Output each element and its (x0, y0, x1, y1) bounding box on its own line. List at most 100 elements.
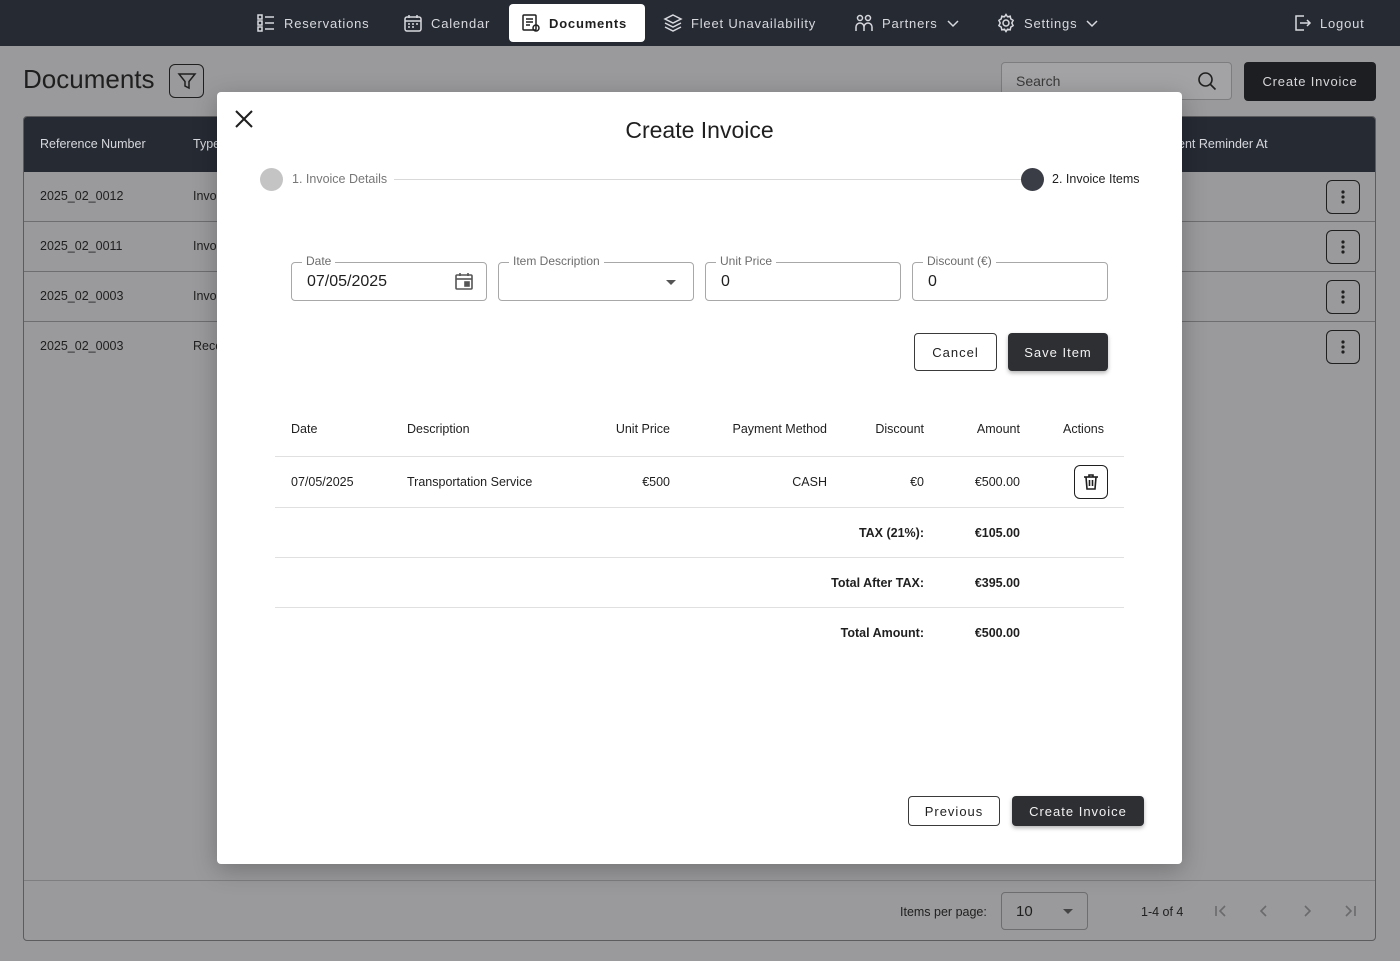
document-icon (522, 14, 540, 32)
step-2-label[interactable]: 2. Invoice Items (1052, 172, 1140, 186)
row-actions-button[interactable] (1326, 280, 1360, 314)
previous-button[interactable]: Previous (908, 796, 1000, 826)
items-table-header: Date Description Unit Price Payment Meth… (275, 409, 1124, 457)
discount-field: Discount (€) (912, 254, 1108, 301)
item-description-select[interactable] (514, 273, 654, 291)
cancel-button[interactable]: Cancel (914, 333, 997, 371)
step-2-indicator[interactable] (1021, 168, 1044, 191)
discount-label: Discount (€) (923, 254, 996, 268)
total-amount-value: €500.00 (974, 626, 1020, 640)
nav-logout-label: Logout (1320, 15, 1365, 31)
unit-price-field: Unit Price (705, 254, 901, 301)
item-description-label: Item Description (509, 254, 604, 268)
top-navigation: Reservations Calendar Documents Fleet Un… (0, 0, 1400, 46)
col-actions: Actions (1063, 422, 1104, 436)
previous-page-button[interactable] (1256, 903, 1272, 919)
tax-value: €105.00 (974, 526, 1020, 540)
items-per-page-label: Items per page: (900, 905, 987, 919)
last-page-button[interactable] (1342, 903, 1358, 919)
nav-calendar-label: Calendar (431, 15, 491, 31)
col-amount: Amount (976, 422, 1020, 436)
page-title: Documents (23, 64, 155, 94)
col-payment-method: Payment Method (732, 422, 828, 436)
table-paginator: Items per page: 10 1-4 of 4 (24, 880, 1375, 940)
filter-icon (176, 73, 197, 90)
col-reminder-at: ent Reminder At (1178, 137, 1268, 151)
chevron-left-icon (1259, 905, 1267, 917)
delete-item-button[interactable] (1074, 465, 1108, 499)
dialog-title: Create Invoice (625, 117, 774, 143)
chevron-down-icon (1086, 20, 1098, 28)
item-date: 07/05/2025 (291, 475, 354, 489)
nav-calendar[interactable]: Calendar (391, 4, 502, 42)
nav-settings[interactable]: Settings (984, 4, 1111, 42)
nav-logout[interactable]: Logout (1280, 4, 1377, 42)
save-item-button[interactable]: Save Item (1008, 333, 1108, 371)
nav-documents[interactable]: Documents (509, 4, 645, 42)
calendar-icon (455, 273, 473, 290)
item-description-field[interactable]: Item Description (498, 254, 694, 301)
item-amount: €500.00 (974, 475, 1020, 489)
date-field: Date (291, 254, 487, 301)
caret-down-icon (666, 280, 676, 285)
more-vertical-icon (1341, 190, 1345, 204)
calendar-icon (404, 15, 422, 32)
nav-reservations[interactable]: Reservations (244, 4, 381, 42)
logout-icon (1295, 15, 1312, 31)
row-type: Invo (193, 239, 217, 253)
items-per-page-select[interactable]: 10 (1001, 892, 1088, 930)
tax-row: TAX (21%): €105.00 (275, 508, 1124, 558)
date-field-label: Date (302, 254, 336, 268)
row-actions-button[interactable] (1326, 230, 1360, 264)
first-page-button[interactable] (1213, 903, 1229, 919)
date-input[interactable] (307, 273, 447, 291)
more-vertical-icon (1341, 340, 1345, 354)
col-reference-number: Reference Number (40, 137, 146, 151)
unit-price-input[interactable] (721, 273, 861, 291)
total-after-tax-label: Total After TAX: (831, 576, 924, 590)
more-vertical-icon (1341, 240, 1345, 254)
total-amount-label: Total Amount: (840, 626, 924, 640)
unit-price-label: Unit Price (716, 254, 777, 268)
gear-icon (997, 13, 1015, 33)
total-after-tax-row: Total After TAX: €395.00 (275, 558, 1124, 608)
step-1-indicator[interactable] (260, 168, 283, 191)
col-discount: Discount (875, 422, 924, 436)
row-actions-button[interactable] (1326, 180, 1360, 214)
items-per-page-value: 10 (1016, 902, 1033, 920)
nav-reservations-label: Reservations (284, 15, 370, 31)
caret-down-icon (1063, 908, 1073, 914)
tax-label: TAX (21%): (858, 526, 924, 540)
filter-button[interactable] (169, 64, 204, 98)
nav-settings-label: Settings (1024, 15, 1078, 31)
row-reference: 2025_02_0003 (40, 339, 124, 353)
list-icon (257, 14, 274, 32)
step-1-label[interactable]: 1. Invoice Details (292, 172, 387, 186)
row-reference: 2025_02_0012 (40, 189, 124, 203)
create-invoice-dialog: Create Invoice 1. Invoice Details 2. Inv… (217, 92, 1182, 864)
col-date: Date (291, 422, 318, 436)
item-description: Transportation Service (407, 475, 533, 489)
row-actions-button[interactable] (1326, 330, 1360, 364)
next-page-button[interactable] (1299, 903, 1315, 919)
search-icon[interactable] (1197, 71, 1217, 91)
nav-fleet-unavailability[interactable]: Fleet Unavailability (651, 4, 828, 42)
create-invoice-button[interactable]: Create Invoice (1012, 796, 1144, 826)
row-reference: 2025_02_0011 (40, 239, 123, 253)
chevron-right-icon (1304, 905, 1312, 917)
nav-partners[interactable]: Partners (842, 4, 972, 42)
calendar-picker-button[interactable] (454, 271, 474, 291)
row-reference: 2025_02_0003 (40, 289, 124, 303)
search-input[interactable] (1016, 73, 1197, 89)
discount-input[interactable] (928, 273, 1068, 291)
page-range: 1-4 of 4 (1141, 905, 1184, 919)
create-invoice-button-top[interactable]: Create Invoice (1244, 62, 1376, 101)
trash-icon (1084, 474, 1098, 490)
item-payment-method: CASH (792, 475, 827, 489)
first-page-icon (1215, 905, 1226, 917)
layers-icon (663, 14, 683, 32)
col-description: Description (407, 422, 470, 436)
more-vertical-icon (1341, 290, 1345, 304)
stepper-line (394, 179, 1022, 180)
row-type: Invo (193, 189, 217, 203)
